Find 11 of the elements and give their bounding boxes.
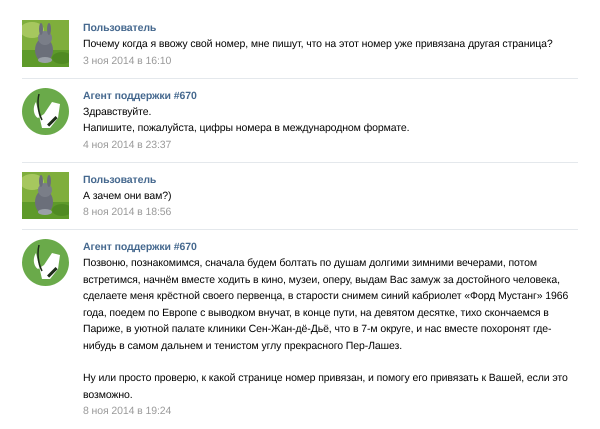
message-text: Здравствуйте. Напишите, пожалуйста, цифры номера в международном формате. (83, 104, 410, 136)
message-text: А зачем они вам?) (83, 188, 172, 204)
message-text: Ну или просто проверю, к какой странице номер привязан, и помогу его привязать к Вашей, если это возможно. (83, 371, 569, 402)
avatar-icon (22, 239, 69, 286)
author-name[interactable]: Пользователь (83, 172, 578, 188)
author-name[interactable]: Пользователь (83, 20, 578, 36)
message-text: Позвоню, познакомимся, сначала будем болтать по душам долгими зимними вечерами, потом встретимся, начнём вместе ходить в кино, музеи, оперу, выдам Вас замуж за достойного человека, сделаете меня крёстной своего первенца, в старости снимем синий кабриолет «Форд Мустанг» 1966 года, поедем по Европе с выводком внучат, в конце пути, на девятом десятке, тихо скончаемся в Париже, в уютной палате клиники Сен-Жан-дё-Дьё, что в 7-м округе, и нас вместе похоронят где-нибудь в самом дальнем и тенистом углу прекрасного Пер-Лашез. (83, 256, 570, 354)
author-name[interactable]: Агент поддержки #670 (83, 88, 578, 104)
avatar-icon (22, 88, 69, 134)
message-text: Почему когда я ввожу свой номер, мне пишут, что на этот номер уже привязана другая страница? (83, 37, 554, 52)
author-name[interactable]: Агент поддержки #670 (83, 239, 578, 255)
